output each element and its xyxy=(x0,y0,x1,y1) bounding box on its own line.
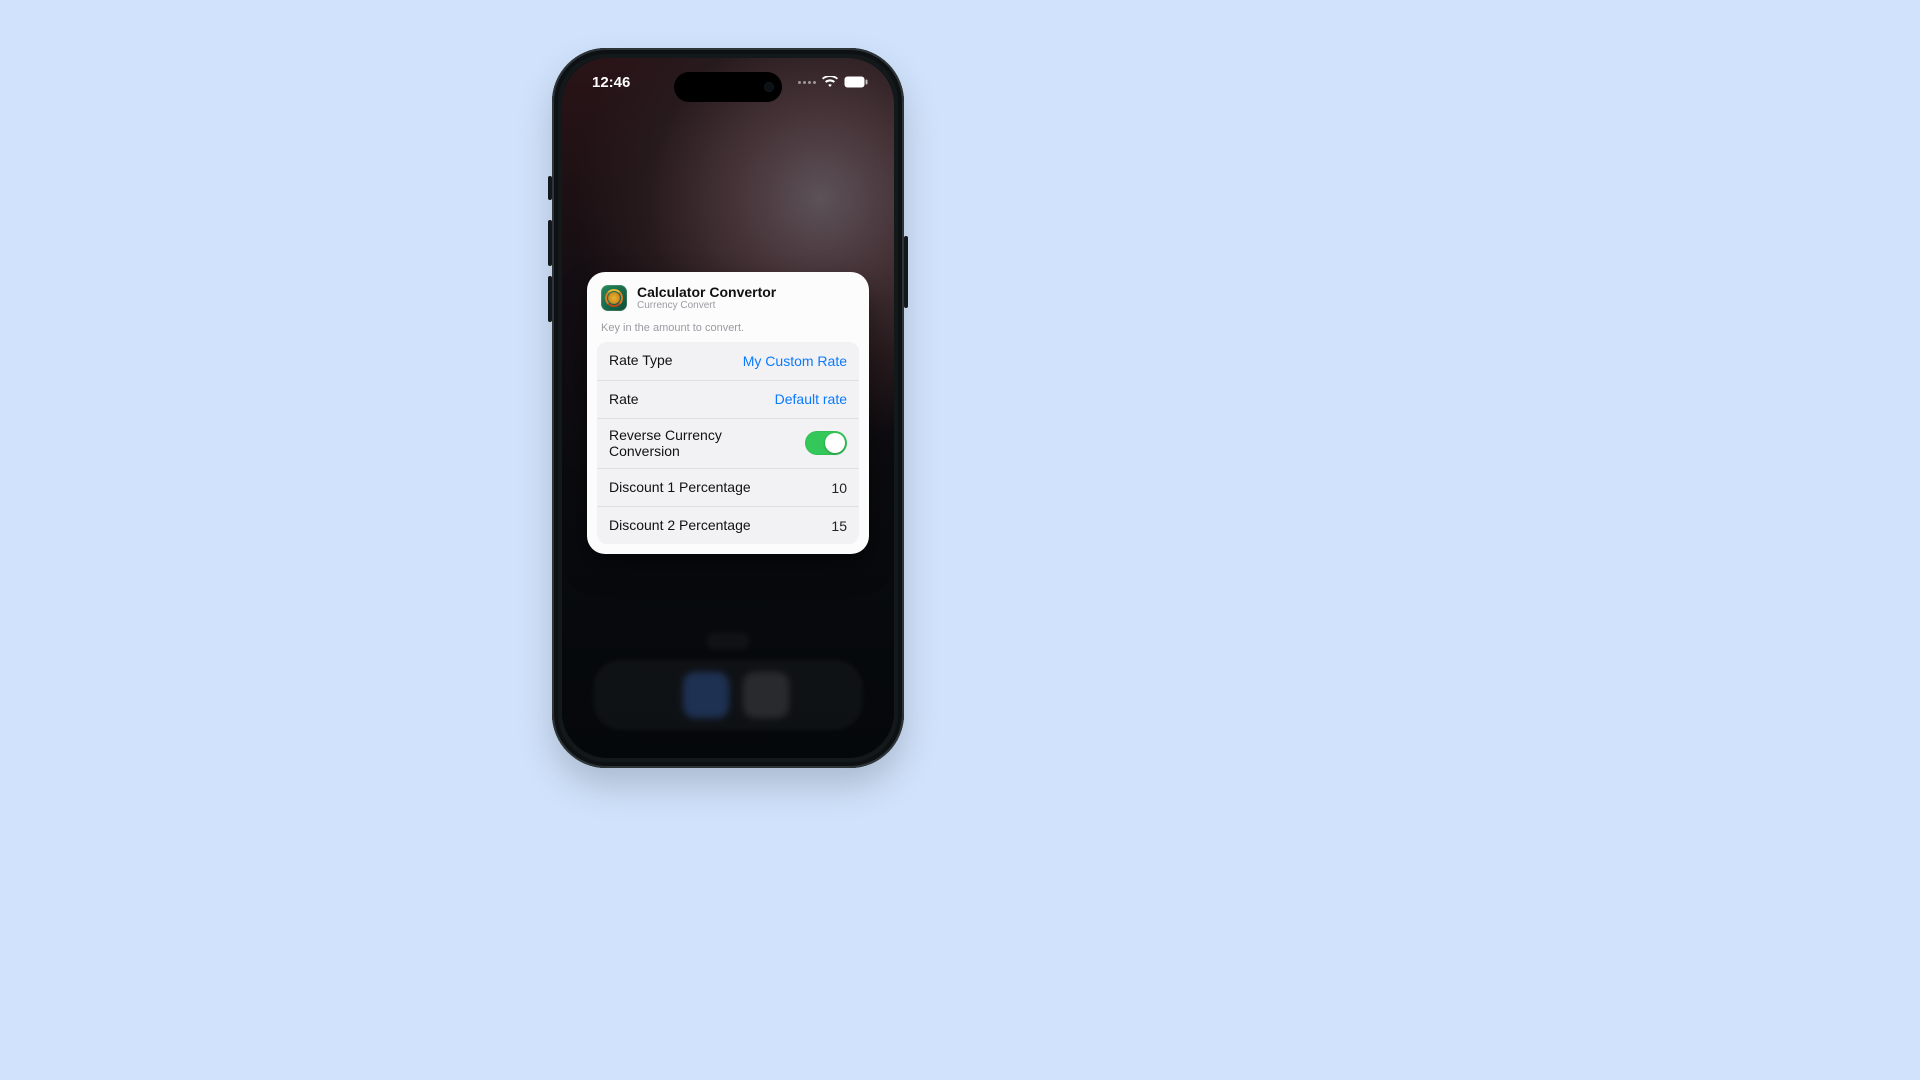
status-bar: 12:46 xyxy=(562,58,894,106)
row-label: Reverse Currency Conversion xyxy=(609,427,759,461)
status-time: 12:46 xyxy=(592,74,630,91)
wifi-icon xyxy=(822,76,838,88)
row-label: Discount 2 Percentage xyxy=(609,517,751,534)
phone-screen: 12:46 xyxy=(562,58,894,758)
row-discount-2[interactable]: Discount 2 Percentage 15 xyxy=(597,506,859,544)
dock-app xyxy=(683,672,729,718)
dock xyxy=(593,660,863,730)
power-button xyxy=(904,236,908,308)
row-rate[interactable]: Rate Default rate xyxy=(597,380,859,418)
widget-title: Calculator Convertor xyxy=(637,284,776,300)
widget-rows: Rate Type My Custom Rate Rate Default ra… xyxy=(597,342,859,545)
volume-down-button xyxy=(548,276,552,322)
row-value-link[interactable]: Default rate xyxy=(775,391,847,407)
volume-up-button xyxy=(548,220,552,266)
status-right xyxy=(798,76,868,88)
app-icon xyxy=(601,285,627,311)
row-label: Discount 1 Percentage xyxy=(609,479,751,496)
row-value-link[interactable]: My Custom Rate xyxy=(743,353,847,369)
row-rate-type[interactable]: Rate Type My Custom Rate xyxy=(597,342,859,380)
widget-card: Calculator Convertor Currency Convert Ke… xyxy=(587,272,869,554)
toggle-knob xyxy=(825,433,845,453)
battery-icon xyxy=(844,76,868,88)
row-label: Rate xyxy=(609,391,639,408)
row-value: 10 xyxy=(831,480,847,496)
cellular-icon xyxy=(798,81,816,84)
widget-prompt: Key in the amount to convert. xyxy=(587,318,869,342)
phone-frame: 12:46 xyxy=(552,48,904,768)
assist-pill xyxy=(706,632,750,650)
widget-subtitle: Currency Convert xyxy=(637,300,776,312)
reverse-toggle[interactable] xyxy=(805,431,847,455)
widget-header: Calculator Convertor Currency Convert xyxy=(587,272,869,318)
row-discount-1[interactable]: Discount 1 Percentage 10 xyxy=(597,468,859,506)
row-reverse-currency[interactable]: Reverse Currency Conversion xyxy=(597,418,859,469)
row-label: Rate Type xyxy=(609,352,673,369)
row-value: 15 xyxy=(831,518,847,534)
dock-app xyxy=(743,672,789,718)
silence-switch xyxy=(548,176,552,200)
